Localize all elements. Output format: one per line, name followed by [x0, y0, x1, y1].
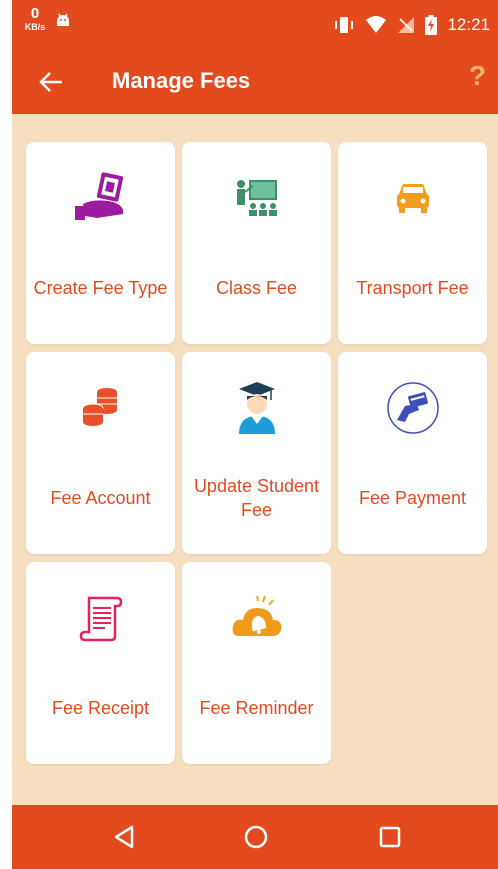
bell-cloud-icon	[232, 595, 281, 636]
vibrate-icon	[335, 17, 354, 33]
network-speed: 0 KB/s	[22, 5, 48, 33]
wifi-icon	[366, 16, 387, 33]
status-right: 12:21	[333, 14, 490, 36]
back-arrow-icon[interactable]	[36, 67, 66, 97]
tile-transport-fee[interactable]: Transport Fee	[338, 142, 487, 344]
recents-square-icon[interactable]	[374, 821, 406, 853]
no-signal-icon	[398, 17, 415, 33]
tile-update-student-fee[interactable]: Update Student Fee	[182, 352, 331, 554]
clock: 12:21	[447, 15, 490, 34]
tile-label: Class Fee	[215, 278, 298, 298]
navigation-bar	[12, 805, 498, 869]
coins-icon	[82, 388, 117, 426]
back-triangle-icon[interactable]	[108, 821, 140, 853]
car-icon	[396, 184, 429, 213]
network-speed-unit: KB/s	[24, 22, 46, 32]
help-icon[interactable]: ?	[469, 60, 486, 92]
tile-fee-account[interactable]: Fee Account	[26, 352, 175, 554]
tile-label: Create Fee Type	[33, 278, 168, 298]
tile-label: Fee Account	[50, 488, 151, 508]
tile-label: Fee Receipt	[51, 698, 150, 718]
network-speed-value: 0	[30, 5, 40, 22]
classroom-icon	[236, 180, 277, 216]
tile-fee-reminder[interactable]: Fee Reminder	[182, 562, 331, 764]
tile-fee-receipt[interactable]: Fee Receipt	[26, 562, 175, 764]
app-bar: Manage Fees ?	[12, 52, 498, 114]
graduate-icon	[238, 382, 275, 434]
home-circle-icon[interactable]	[240, 821, 272, 853]
tile-class-fee[interactable]: Class Fee	[182, 142, 331, 344]
app-screen: 0 KB/s 12:21 Manage Fees ? Create Fee Ty…	[12, 0, 498, 869]
status-bar: 0 KB/s 12:21	[12, 0, 498, 52]
tile-label: Fee Reminder	[199, 698, 314, 718]
tile-label: Fee Payment	[358, 488, 467, 508]
money-hand-icon	[74, 172, 123, 220]
card-payment-icon	[386, 382, 439, 434]
tile-create-fee-type[interactable]: Create Fee Type	[26, 142, 175, 344]
tile-label: Transport Fee	[356, 278, 469, 298]
page-title: Manage Fees	[112, 68, 251, 93]
receipt-icon	[79, 596, 122, 642]
android-icon	[57, 13, 69, 26]
tile-fee-payment[interactable]: Fee Payment	[338, 352, 487, 554]
battery-charging-icon	[425, 15, 438, 35]
tile-label: Update Student Fee	[193, 476, 320, 520]
